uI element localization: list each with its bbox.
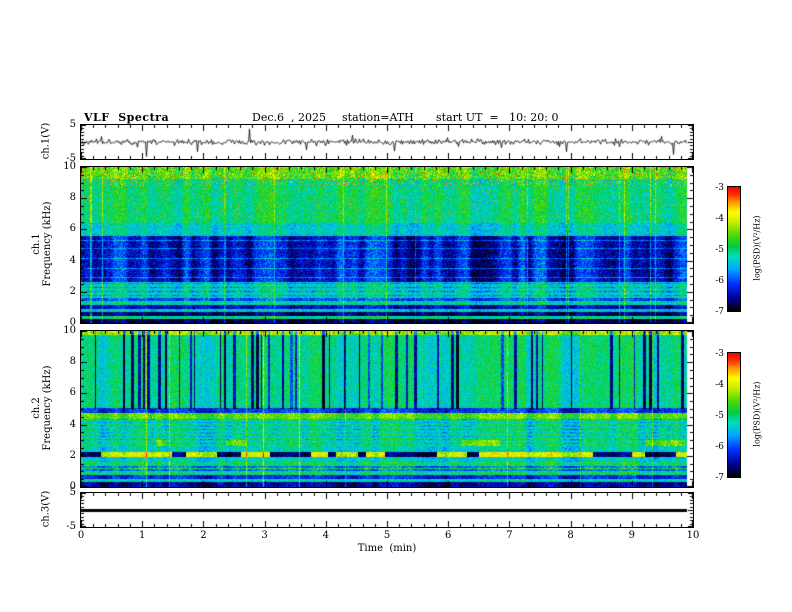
x-tick-label: 1: [139, 530, 146, 541]
cb1-tick-label: -7: [715, 307, 724, 317]
cb2-tick-label: -5: [715, 411, 724, 421]
x-tick-label: 5: [383, 530, 391, 541]
ch1-colorbar-label-text: log(PSD)(V²/Hz): [752, 215, 762, 281]
ch2-freq-tick-label: 10: [63, 325, 76, 336]
figure-station: station=ATH: [342, 111, 414, 124]
ch1-freq-tick-label: 2: [69, 285, 76, 297]
ch1-freq-tick-label: 6: [69, 223, 76, 235]
ch2-colorbar: [727, 352, 741, 478]
ch1-volt-tick-label: 5: [69, 119, 76, 130]
ch1-wave-ylabel-text: ch.1(V): [40, 122, 52, 160]
cb1-tick-label: -5: [715, 245, 724, 255]
ch2-spectrogram-plot: [80, 330, 694, 488]
x-tick-label: 7: [506, 530, 513, 541]
cb2-tick-label: -3: [715, 349, 724, 359]
ch1-freq-tick-label: 4: [69, 254, 76, 266]
ch2-spec-ylabel-quantity: Frequency (kHz): [42, 365, 53, 451]
cb2-tick-label: -7: [715, 473, 724, 483]
x-tick-label: 10: [686, 530, 700, 541]
figure-start-ut: start UT = 10: 20: 0: [436, 111, 559, 124]
x-tick-label: 9: [628, 530, 635, 541]
ch2-spec-ylabel: ch.2 Frequency (kHz): [31, 365, 53, 450]
ch1-wave-ylabel: ch.1(V): [41, 123, 52, 160]
ch1-spectrogram-plot: [80, 166, 694, 324]
ch1-freq-tick-label: 8: [69, 192, 76, 204]
ch2-spec-ylabel-channel: ch.2: [31, 397, 42, 419]
ch3-waveform-plot: [80, 492, 694, 528]
x-tick-label: 2: [200, 530, 207, 541]
x-tick-label: 6: [445, 530, 452, 541]
ch2-freq-tick-label: 4: [69, 418, 76, 430]
cb2-tick-label: -6: [715, 442, 724, 452]
ch2-freq-tick-label: 2: [69, 449, 76, 461]
cb2-tick-label: -4: [715, 380, 724, 390]
ch3-volt-tick-label: -5: [66, 521, 76, 532]
ch3-wave-ylabel: ch.3(V): [41, 491, 52, 528]
ch2-freq-tick-label: 8: [69, 356, 76, 368]
ch1-spec-ylabel-quantity: Frequency (kHz): [42, 201, 53, 287]
figure-title: VLF Spectra: [84, 111, 170, 124]
x-axis-label: Time (min): [357, 543, 417, 554]
ch2-colorbar-label-text: log(PSD)(V²/Hz): [752, 381, 762, 447]
ch1-waveform-plot: [80, 124, 694, 160]
ch3-volt-tick-label: 5: [69, 487, 76, 498]
ch1-volt-tick-label: -5: [66, 153, 76, 164]
ch1-spec-ylabel: ch.1 Frequency (kHz): [31, 201, 53, 286]
cb1-tick-label: -6: [715, 276, 724, 286]
ch2-colorbar-label: log(PSD)(V²/Hz): [752, 381, 763, 446]
figure-date: Dec.6 , 2025: [252, 111, 326, 124]
ch2-freq-tick-label: 6: [69, 387, 76, 399]
ch1-colorbar-label: log(PSD)(V²/Hz): [752, 215, 763, 280]
ch1-colorbar: [727, 186, 741, 312]
x-tick-label: 4: [322, 530, 329, 541]
x-tick-label: 3: [261, 530, 268, 541]
cb1-tick-label: -3: [715, 183, 724, 193]
x-tick-label: 8: [567, 530, 574, 541]
vlf-spectra-figure: VLF Spectra Dec.6 , 2025 station=ATH sta…: [0, 0, 792, 612]
cb1-tick-label: -4: [715, 214, 724, 224]
ch3-wave-ylabel-text: ch.3(V): [40, 490, 52, 528]
ch1-spec-ylabel-channel: ch.1: [31, 233, 42, 255]
